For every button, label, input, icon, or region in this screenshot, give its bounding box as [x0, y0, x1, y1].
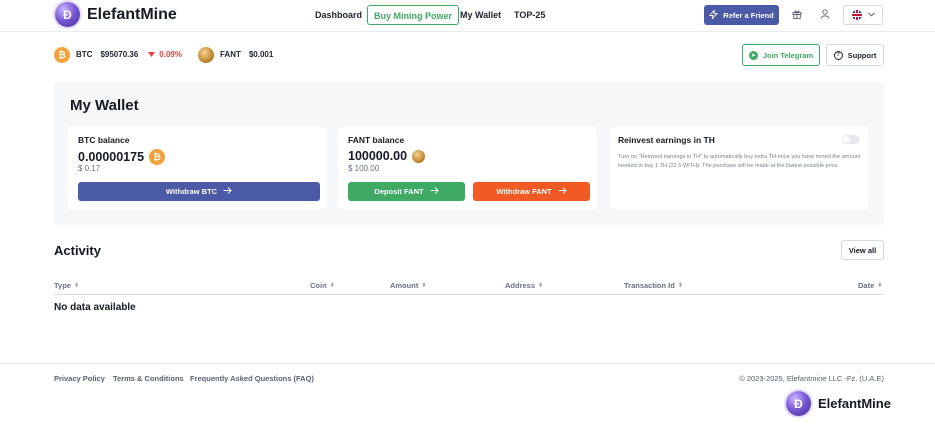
reinvest-note: Turn on "Reinvest earnings in TH" to aut… — [618, 154, 861, 169]
wallet-title: My Wallet — [70, 97, 139, 114]
fant-balance-usd: $ 100.00 — [348, 164, 380, 173]
withdraw-btc-label: Withdraw BTC — [165, 187, 218, 196]
telegram-icon: ➤ — [748, 50, 758, 60]
footer-brand-name: ElefantMine — [818, 396, 891, 411]
footer-link-terms[interactable]: Terms & Conditions — [113, 374, 184, 383]
column-type-label: Type — [54, 281, 71, 290]
withdraw-fant-button[interactable]: Withdraw FANT — [473, 182, 590, 201]
gift-button[interactable] — [787, 5, 807, 25]
activity-table-header: Type ⬍ Coin ⬍ Amount ⬍ Address ⬍ Transac… — [54, 278, 884, 295]
column-date-label: Date — [858, 281, 875, 290]
bolt-icon — [709, 8, 719, 21]
btc-price: $95070.36 — [100, 50, 139, 59]
sort-icon: ⬍ — [421, 283, 427, 289]
empty-state-text: No data available — [54, 302, 136, 313]
sort-icon: ⬍ — [677, 283, 683, 289]
join-telegram-label: Join Telegram — [762, 50, 814, 60]
column-address[interactable]: Address ⬍ — [505, 281, 543, 290]
column-coin[interactable]: Coin ⬍ — [310, 281, 335, 290]
column-transaction-id[interactable]: Transaction Id ⬍ — [624, 281, 683, 290]
sort-icon: ⬍ — [877, 283, 883, 289]
arrow-right-icon — [430, 187, 439, 196]
wallet-panel: My Wallet BTC balance 0.00000175 ₿ $ 0.1… — [54, 82, 884, 225]
bitcoin-icon: ₿ — [54, 46, 70, 63]
refer-friend-label: Refer a Friend — [723, 10, 774, 20]
column-date[interactable]: Date ⬍ — [858, 281, 882, 290]
user-icon — [820, 8, 830, 22]
account-button[interactable] — [815, 5, 835, 25]
btc-balance-label: BTC balance — [78, 135, 130, 145]
view-all-button[interactable]: View all — [841, 240, 884, 260]
nav-buy-mining-power[interactable]: Buy Mining Power — [367, 5, 460, 25]
fant-price: $0.001 — [248, 50, 274, 59]
btc-balance-amount: 0.00000175 ₿ — [78, 149, 166, 165]
arrow-right-icon — [223, 187, 232, 196]
fant-balance-card: FANT balance 100000.00 $ 100.00 Deposit … — [338, 127, 597, 209]
deposit-fant-button[interactable]: Deposit FANT — [348, 182, 465, 201]
column-transaction-id-label: Transaction Id — [624, 281, 675, 290]
chevron-down-icon — [867, 11, 875, 19]
withdraw-fant-label: Withdraw FANT — [496, 187, 552, 196]
uk-flag-icon — [851, 10, 862, 20]
fant-ticker-label: FANT — [219, 50, 241, 59]
sort-icon: ⬍ — [538, 283, 544, 289]
btc-change-value: 0.09% — [159, 50, 182, 59]
reinvest-label: Reinvest earnings in TH — [618, 135, 715, 145]
support-label: Support — [847, 50, 877, 60]
withdraw-btc-button[interactable]: Withdraw BTC — [78, 182, 320, 201]
btc-change: 0.09% — [148, 50, 182, 59]
column-address-label: Address — [505, 281, 536, 290]
reinvest-toggle[interactable] — [842, 135, 860, 144]
deposit-fant-label: Deposit FANT — [374, 187, 424, 196]
fant-coin-icon — [197, 46, 214, 63]
footer-link-faq[interactable]: Frequently Asked Questions (FAQ) — [190, 374, 314, 383]
refer-friend-button[interactable]: Refer a Friend — [704, 5, 779, 25]
fant-coin-icon — [412, 149, 426, 163]
top-header: Ð ElefantMine Dashboard Buy Mining Power… — [0, 0, 935, 32]
btc-ticker-label: BTC — [76, 50, 93, 59]
sort-icon: ⬍ — [73, 283, 79, 289]
sort-icon: ⬍ — [329, 283, 335, 289]
language-selector[interactable] — [843, 5, 883, 25]
btc-balance-usd: $ 0.17 — [78, 164, 101, 173]
column-amount-label: Amount — [390, 281, 419, 290]
column-amount[interactable]: Amount ⬍ — [390, 281, 426, 290]
fant-balance-amount: 100000.00 — [348, 149, 426, 163]
bitcoin-icon: ₿ — [149, 149, 166, 165]
question-icon: ? — [833, 50, 843, 60]
reinvest-card: Reinvest earnings in TH Turn on "Reinves… — [610, 127, 868, 209]
arrow-right-icon — [558, 187, 567, 196]
footer-brand-logo[interactable]: Ð ElefantMine — [786, 391, 891, 416]
nav-dashboard[interactable]: Dashboard — [315, 5, 362, 25]
footer-divider — [0, 363, 935, 364]
price-ticker: ₿ BTC $95070.36 0.09% FANT $0.001 — [54, 46, 273, 63]
btc-balance-value: 0.00000175 — [78, 150, 145, 164]
gift-icon — [792, 9, 802, 22]
caret-down-icon — [148, 50, 156, 59]
nav-my-wallet[interactable]: My Wallet — [460, 5, 501, 25]
activity-title: Activity — [54, 243, 101, 258]
fant-balance-value: 100000.00 — [348, 149, 408, 163]
elephant-logo-icon: Ð — [786, 391, 811, 416]
btc-balance-card: BTC balance 0.00000175 ₿ $ 0.17 Withdraw… — [68, 127, 327, 209]
copyright-text: © 2023-2025, Elefantmine LLC -Fz. (U.A.E… — [739, 374, 884, 383]
column-coin-label: Coin — [310, 281, 327, 290]
column-type[interactable]: Type ⬍ — [54, 281, 79, 290]
nav-top-25[interactable]: TOP-25 — [514, 5, 545, 25]
fant-balance-label: FANT balance — [348, 135, 405, 145]
footer-link-privacy[interactable]: Privacy Policy — [54, 374, 105, 383]
support-button[interactable]: ? Support — [826, 44, 884, 66]
join-telegram-button[interactable]: ➤ Join Telegram — [742, 44, 820, 66]
